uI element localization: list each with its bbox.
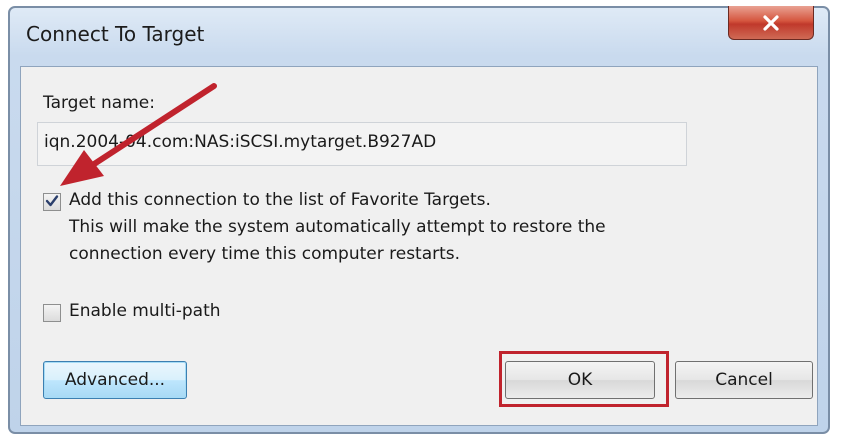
checkmark-icon [45,193,59,212]
target-name-label: Target name: [43,93,155,113]
advanced-button[interactable]: Advanced... [43,361,187,399]
close-icon [762,14,780,31]
enable-multipath-checkbox[interactable] [43,304,61,322]
enable-multipath-label[interactable]: Enable multi-path [69,301,221,321]
favorite-targets-description-line1: This will make the system automatically … [69,217,606,237]
target-name-field[interactable]: iqn.2004-04.com:NAS:iSCSI.mytarget.B927A… [37,122,687,166]
dialog-title: Connect To Target [26,22,205,46]
connect-to-target-dialog: Connect To Target Target name: iqn.2004-… [8,6,830,434]
close-button[interactable] [728,6,814,40]
dialog-body: Target name: iqn.2004-04.com:NAS:iSCSI.m… [20,66,818,426]
cancel-button[interactable]: Cancel [675,361,813,399]
favorite-targets-checkbox[interactable] [43,193,61,211]
favorite-targets-description-line2: connection every time this computer rest… [69,244,461,264]
favorite-targets-label[interactable]: Add this connection to the list of Favor… [69,190,491,210]
title-bar[interactable]: Connect To Target [10,6,828,64]
ok-button[interactable]: OK [505,361,655,399]
